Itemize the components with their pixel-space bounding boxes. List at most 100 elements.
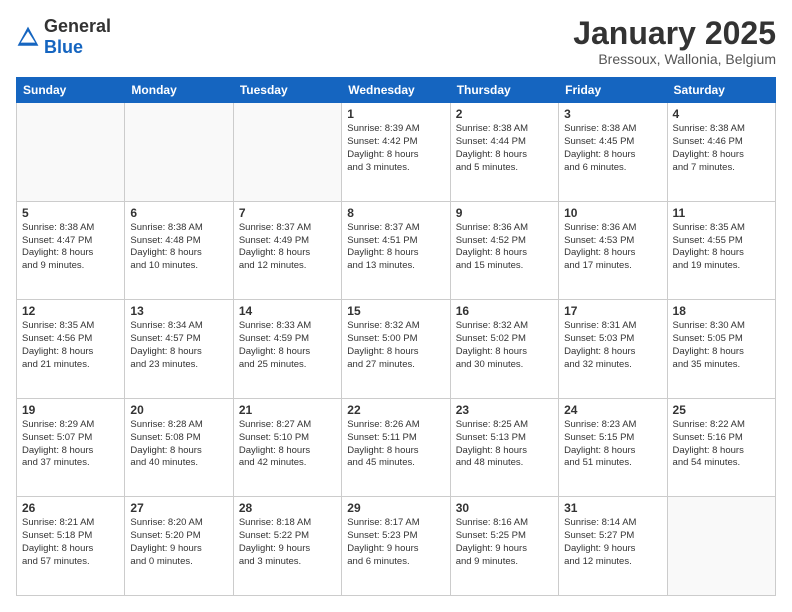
day-number: 19 [22,403,119,417]
day-number: 17 [564,304,661,318]
day-info: Sunrise: 8:28 AM Sunset: 5:08 PM Dayligh… [130,419,227,470]
calendar-cell: 30Sunrise: 8:16 AM Sunset: 5:25 PM Dayli… [450,497,558,596]
calendar-cell: 16 Sunrise: 8:32 AM Sunset: 5:02 PM Dayli… [450,300,558,399]
day-number: 21 [239,403,336,417]
calendar-week-2: 12 Sunrise: 8:35 AM Sunset: 4:56 PM Dayli… [17,300,776,399]
calendar-cell: 2 Sunrise: 8:38 AM Sunset: 4:44 PM Daylig… [450,103,558,202]
day-info: Sunrise: 8:14 AM Sunset: 5:27 PM Dayligh… [564,517,661,568]
logo-text: General Blue [44,16,111,58]
calendar-cell: 3 Sunrise: 8:38 AM Sunset: 4:45 PM Daylig… [559,103,667,202]
calendar-table: Sunday Monday Tuesday Wednesday Thursday… [16,77,776,596]
day-info: Sunrise: 8:22 AM Sunset: 5:16 PM Dayligh… [673,419,770,470]
calendar-subtitle: Bressoux, Wallonia, Belgium [573,51,776,67]
calendar-cell: 29 Sunrise: 8:17 AM Sunset: 5:23 PM Dayli… [342,497,450,596]
calendar-cell: 24Sunrise: 8:23 AM Sunset: 5:15 PM Dayli… [559,398,667,497]
day-info: Sunrise: 8:39 AM Sunset: 4:42 PM Dayligh… [347,123,444,174]
calendar-cell: 26 Sunrise: 8:21 AM Sunset: 5:18 PM Dayli… [17,497,125,596]
calendar-cell [233,103,341,202]
day-number: 2 [456,107,553,121]
day-info: Sunrise: 8:25 AM Sunset: 5:13 PM Dayligh… [456,419,553,470]
day-info: Sunrise: 8:35 AM Sunset: 4:55 PM Dayligh… [673,222,770,273]
logo-blue: Blue [44,37,83,57]
col-sunday: Sunday [17,78,125,103]
logo-general: General [44,16,111,36]
calendar-cell: 1 Sunrise: 8:39 AM Sunset: 4:42 PM Daylig… [342,103,450,202]
calendar-week-1: 5Sunrise: 8:38 AM Sunset: 4:47 PM Daylig… [17,201,776,300]
day-info: Sunrise: 8:38 AM Sunset: 4:46 PM Dayligh… [673,123,770,174]
day-number: 31 [564,501,661,515]
col-monday: Monday [125,78,233,103]
day-info: Sunrise: 8:37 AM Sunset: 4:49 PM Dayligh… [239,222,336,273]
day-info: Sunrise: 8:26 AM Sunset: 5:11 PM Dayligh… [347,419,444,470]
day-number: 26 [22,501,119,515]
page: General Blue January 2025 Bressoux, Wall… [0,0,792,612]
calendar-cell: 23Sunrise: 8:25 AM Sunset: 5:13 PM Dayli… [450,398,558,497]
day-info: Sunrise: 8:32 AM Sunset: 5:02 PM Dayligh… [456,320,553,371]
header: General Blue January 2025 Bressoux, Wall… [16,16,776,67]
calendar-cell: 11Sunrise: 8:35 AM Sunset: 4:55 PM Dayli… [667,201,775,300]
day-number: 7 [239,206,336,220]
day-number: 13 [130,304,227,318]
day-number: 15 [347,304,444,318]
calendar-cell: 15 Sunrise: 8:32 AM Sunset: 5:00 PM Dayli… [342,300,450,399]
day-info: Sunrise: 8:17 AM Sunset: 5:23 PM Dayligh… [347,517,444,568]
day-number: 3 [564,107,661,121]
day-info: Sunrise: 8:21 AM Sunset: 5:18 PM Dayligh… [22,517,119,568]
calendar-cell [17,103,125,202]
day-info: Sunrise: 8:20 AM Sunset: 5:20 PM Dayligh… [130,517,227,568]
calendar-cell: 13 Sunrise: 8:34 AM Sunset: 4:57 PM Dayli… [125,300,233,399]
day-number: 14 [239,304,336,318]
col-thursday: Thursday [450,78,558,103]
day-number: 18 [673,304,770,318]
day-info: Sunrise: 8:37 AM Sunset: 4:51 PM Dayligh… [347,222,444,273]
calendar-cell: 27 Sunrise: 8:20 AM Sunset: 5:20 PM Dayli… [125,497,233,596]
logo-icon [16,25,40,49]
day-info: Sunrise: 8:38 AM Sunset: 4:44 PM Dayligh… [456,123,553,174]
day-info: Sunrise: 8:35 AM Sunset: 4:56 PM Dayligh… [22,320,119,371]
day-number: 8 [347,206,444,220]
day-info: Sunrise: 8:36 AM Sunset: 4:53 PM Dayligh… [564,222,661,273]
col-wednesday: Wednesday [342,78,450,103]
calendar-cell: 6 Sunrise: 8:38 AM Sunset: 4:48 PM Daylig… [125,201,233,300]
day-number: 20 [130,403,227,417]
calendar-week-4: 26 Sunrise: 8:21 AM Sunset: 5:18 PM Dayli… [17,497,776,596]
calendar-cell: 21 Sunrise: 8:27 AM Sunset: 5:10 PM Dayli… [233,398,341,497]
day-number: 30 [456,501,553,515]
day-number: 1 [347,107,444,121]
calendar-cell: 10 Sunrise: 8:36 AM Sunset: 4:53 PM Dayli… [559,201,667,300]
day-info: Sunrise: 8:38 AM Sunset: 4:45 PM Dayligh… [564,123,661,174]
day-number: 27 [130,501,227,515]
header-row: Sunday Monday Tuesday Wednesday Thursday… [17,78,776,103]
calendar-cell: 17Sunrise: 8:31 AM Sunset: 5:03 PM Dayli… [559,300,667,399]
calendar-cell: 31 Sunrise: 8:14 AM Sunset: 5:27 PM Dayli… [559,497,667,596]
col-friday: Friday [559,78,667,103]
day-info: Sunrise: 8:30 AM Sunset: 5:05 PM Dayligh… [673,320,770,371]
calendar-cell: 28Sunrise: 8:18 AM Sunset: 5:22 PM Dayli… [233,497,341,596]
day-info: Sunrise: 8:18 AM Sunset: 5:22 PM Dayligh… [239,517,336,568]
day-info: Sunrise: 8:34 AM Sunset: 4:57 PM Dayligh… [130,320,227,371]
calendar-week-0: 1 Sunrise: 8:39 AM Sunset: 4:42 PM Daylig… [17,103,776,202]
calendar-cell: 4Sunrise: 8:38 AM Sunset: 4:46 PM Daylig… [667,103,775,202]
day-number: 6 [130,206,227,220]
calendar-cell: 25Sunrise: 8:22 AM Sunset: 5:16 PM Dayli… [667,398,775,497]
logo: General Blue [16,16,111,58]
calendar-cell: 5Sunrise: 8:38 AM Sunset: 4:47 PM Daylig… [17,201,125,300]
calendar-cell: 22Sunrise: 8:26 AM Sunset: 5:11 PM Dayli… [342,398,450,497]
day-info: Sunrise: 8:32 AM Sunset: 5:00 PM Dayligh… [347,320,444,371]
calendar-cell: 8 Sunrise: 8:37 AM Sunset: 4:51 PM Daylig… [342,201,450,300]
day-info: Sunrise: 8:27 AM Sunset: 5:10 PM Dayligh… [239,419,336,470]
calendar-cell: 7 Sunrise: 8:37 AM Sunset: 4:49 PM Daylig… [233,201,341,300]
calendar-cell [667,497,775,596]
calendar-title: January 2025 [573,16,776,51]
day-number: 29 [347,501,444,515]
day-number: 24 [564,403,661,417]
calendar-cell [125,103,233,202]
day-number: 16 [456,304,553,318]
day-info: Sunrise: 8:38 AM Sunset: 4:48 PM Dayligh… [130,222,227,273]
calendar-cell: 20 Sunrise: 8:28 AM Sunset: 5:08 PM Dayli… [125,398,233,497]
day-number: 10 [564,206,661,220]
col-saturday: Saturday [667,78,775,103]
col-tuesday: Tuesday [233,78,341,103]
calendar-cell: 18 Sunrise: 8:30 AM Sunset: 5:05 PM Dayli… [667,300,775,399]
day-number: 12 [22,304,119,318]
